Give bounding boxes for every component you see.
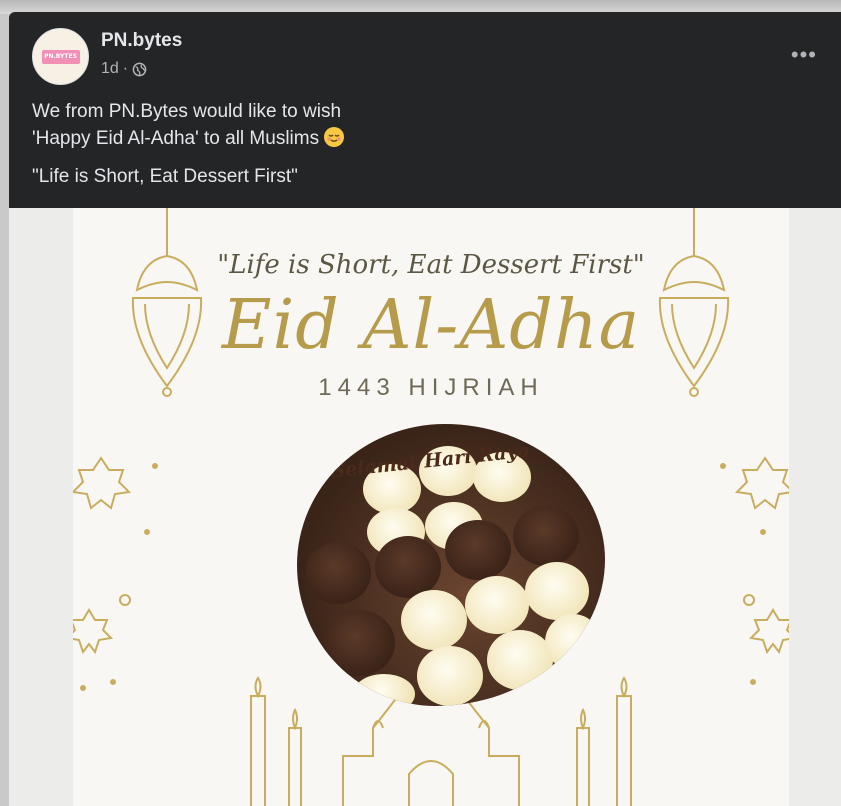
cupcake-chocolate	[513, 506, 579, 566]
facebook-post: PN.BYTES PN.bytes 1d · ••• We from PN.By…	[9, 12, 841, 806]
post-text-line2: 'Happy Eid Al-Adha' to all Muslims	[32, 128, 320, 149]
cupcake-vanilla	[545, 614, 601, 670]
eid-greeting-card: "Life is Short, Eat Dessert First" Eid A…	[73, 208, 789, 806]
cupcake-vanilla	[401, 590, 467, 650]
post-meta: 1d ·	[101, 60, 147, 78]
cupcake-vanilla	[353, 674, 415, 706]
cupcake-chocolate	[323, 610, 395, 676]
card-subtitle: 1443 HIJRIAH	[318, 374, 544, 401]
cupcake-vanilla	[417, 646, 483, 706]
post-text-line2-wrap: 'Happy Eid Al-Adha' to all Muslims	[32, 125, 345, 152]
cupcake-chocolate	[445, 520, 511, 580]
cupcake-vanilla	[525, 562, 589, 620]
post-image[interactable]: "Life is Short, Eat Dessert First" Eid A…	[9, 208, 841, 806]
relieved-face-emoji-icon	[324, 127, 345, 147]
dessert-photo: Selamat Hari Raya	[297, 424, 605, 706]
post-time[interactable]: 1d	[101, 60, 119, 78]
card-title: Eid Al-Adha	[221, 286, 641, 365]
post-text: We from PN.Bytes would like to wish 'Hap…	[32, 98, 345, 152]
card-quote: "Life is Short, Eat Dessert First"	[217, 250, 645, 280]
author-name[interactable]: PN.bytes	[101, 30, 182, 52]
more-options-button[interactable]: •••	[791, 42, 817, 68]
post-text-line3: "Life is Short, Eat Dessert First"	[32, 166, 298, 187]
globe-icon	[132, 62, 147, 76]
time-separator: ·	[122, 60, 129, 77]
avatar[interactable]: PN.BYTES	[32, 28, 89, 85]
avatar-logo: PN.BYTES	[41, 49, 80, 64]
cupcake-vanilla	[487, 630, 553, 690]
post-text-line1: We from PN.Bytes would like to wish	[32, 101, 342, 122]
cupcake-vanilla	[465, 576, 529, 634]
cupcake-chocolate	[375, 536, 441, 598]
cupcake-chocolate	[305, 542, 371, 604]
